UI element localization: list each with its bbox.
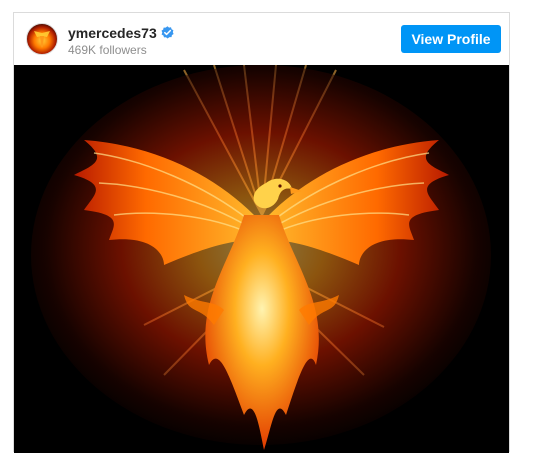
- view-profile-button[interactable]: View Profile: [401, 25, 501, 53]
- post-image[interactable]: [14, 65, 509, 453]
- follower-count: 469K followers: [68, 43, 147, 57]
- profile-username[interactable]: ymercedes73: [68, 25, 157, 41]
- phoenix-avatar-icon: [34, 31, 50, 48]
- instagram-embed-card: ymercedes73 469K followers View Profile: [13, 12, 510, 453]
- post-header: ymercedes73 469K followers View Profile: [14, 13, 509, 65]
- verified-badge-icon: [161, 26, 174, 39]
- phoenix-fire-image: [14, 65, 509, 453]
- profile-avatar[interactable]: [26, 23, 58, 55]
